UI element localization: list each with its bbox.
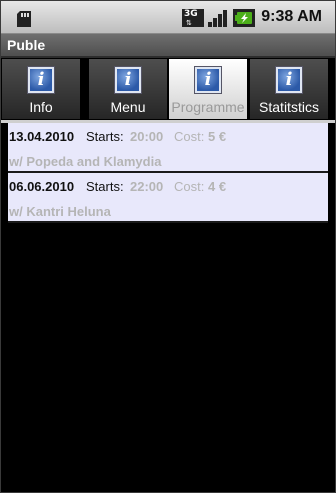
tab-menu[interactable]: i Menu	[89, 59, 167, 119]
event-date: 13.04.2010	[9, 129, 75, 144]
tab-label: Info	[29, 99, 53, 115]
event-performers: w/ Kantri Heluna	[9, 204, 111, 219]
cost-label: Cost:	[174, 129, 205, 144]
starts-time: 20:00	[130, 129, 164, 144]
battery-charging-icon	[233, 9, 255, 27]
app-title-bar: Puble	[1, 34, 335, 56]
phone-screen: 3G ⇅ 9:38 AM Puble i Info i Menu i Progr…	[0, 0, 336, 493]
tab-label: Menu	[110, 99, 146, 115]
list-item[interactable]: 06.06.2010 Starts: 22:00 Cost: 4 € w/ Ka…	[8, 173, 328, 223]
info-icon: i	[115, 67, 141, 93]
starts-label: Starts:	[86, 179, 124, 194]
starts-time: 22:00	[130, 179, 164, 194]
event-performers: w/ Popeda and Klamydia	[9, 154, 162, 169]
info-icon: i	[195, 67, 221, 93]
list-item[interactable]: 13.04.2010 Starts: 20:00 Cost: 5 € w/ Po…	[8, 123, 328, 173]
starts-label: Starts:	[86, 129, 124, 144]
tab-info[interactable]: i Info	[2, 59, 80, 119]
tab-statistics[interactable]: i Statitstics	[250, 59, 328, 119]
app-title: Puble	[7, 37, 46, 53]
cost-value: 4 €	[208, 179, 227, 194]
tab-label: Statitstics	[259, 99, 319, 115]
status-bar: 3G ⇅ 9:38 AM	[1, 1, 335, 34]
info-icon: i	[28, 67, 54, 93]
cost-value: 5 €	[208, 129, 227, 144]
network-3g-icon: 3G ⇅	[182, 9, 204, 27]
tab-programme[interactable]: i Programme	[169, 59, 247, 119]
network-badge: 3G	[184, 9, 198, 19]
tab-bar: i Info i Menu i Programme i Statitstics	[1, 58, 335, 120]
cost-label: Cost:	[174, 179, 205, 194]
programme-list: 13.04.2010 Starts: 20:00 Cost: 5 € w/ Po…	[8, 123, 328, 223]
signal-icon	[208, 10, 227, 27]
info-icon: i	[276, 67, 302, 93]
sd-card-icon	[17, 11, 31, 27]
event-date: 06.06.2010	[9, 179, 75, 194]
tab-label: Programme	[171, 99, 245, 115]
status-clock: 9:38 AM	[261, 8, 322, 25]
